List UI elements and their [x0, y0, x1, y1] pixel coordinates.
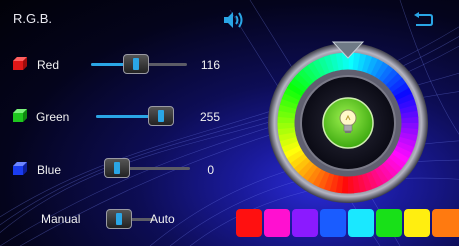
- hue-ring-segment[interactable]: [317, 171, 330, 190]
- hue-ring-segment[interactable]: [278, 103, 297, 114]
- hue-ring-segment[interactable]: [307, 61, 322, 80]
- hue-ring-segment[interactable]: [366, 56, 379, 75]
- hue-ring-segment[interactable]: [297, 160, 314, 178]
- hue-ring-segment[interactable]: [374, 166, 389, 185]
- hue-ring-segment[interactable]: [400, 110, 419, 120]
- swatch-green[interactable]: [376, 209, 402, 237]
- hue-ring-segment[interactable]: [361, 173, 373, 192]
- hue-ring-segment[interactable]: [281, 140, 300, 153]
- green-slider-thumb[interactable]: [148, 106, 174, 126]
- auto-label[interactable]: Auto: [150, 212, 175, 226]
- blue-slider-thumb[interactable]: [104, 158, 130, 178]
- blue-cube-icon: [13, 162, 27, 175]
- hue-ring-segment[interactable]: [352, 52, 362, 71]
- hue-ring-segment[interactable]: [391, 149, 410, 165]
- hue-ring-segment[interactable]: [279, 136, 298, 148]
- toggle-thumb[interactable]: [106, 209, 132, 229]
- hue-ring-segment[interactable]: [365, 171, 378, 190]
- hue-ring-segment[interactable]: [378, 163, 394, 182]
- hue-ring-segment[interactable]: [400, 127, 419, 137]
- hue-ring-segment[interactable]: [277, 126, 296, 136]
- hue-ring-segment[interactable]: [388, 77, 407, 93]
- hue-ring-segment[interactable]: [399, 104, 418, 115]
- swatch-cyan[interactable]: [348, 209, 374, 237]
- manual-auto-toggle[interactable]: [106, 208, 154, 230]
- hue-ring-segment[interactable]: [293, 72, 311, 89]
- hue-ring-segment[interactable]: [382, 68, 399, 86]
- color-wheel[interactable]: [263, 36, 433, 208]
- hue-ring-segment[interactable]: [399, 132, 418, 143]
- rgb-control-screen: R.G.B. Red 116 Green 255 Blue 0 Manual A…: [0, 0, 459, 246]
- swatch-red[interactable]: [236, 209, 262, 237]
- hue-ring-segment[interactable]: [394, 87, 413, 102]
- hue-ring-segment[interactable]: [398, 98, 417, 110]
- green-cube-icon: [13, 109, 27, 122]
- hue-ring-segment[interactable]: [328, 174, 339, 193]
- red-slider-thumb[interactable]: [123, 54, 149, 74]
- swatch-purple[interactable]: [292, 209, 318, 237]
- speaker-icon[interactable]: [222, 10, 246, 30]
- red-value: 116: [200, 58, 220, 72]
- hue-ring-segment[interactable]: [393, 145, 412, 160]
- hue-ring-segment[interactable]: [378, 65, 395, 83]
- hue-ring-segment[interactable]: [370, 59, 385, 78]
- green-slider[interactable]: [96, 105, 174, 127]
- hue-ring-segment[interactable]: [381, 160, 398, 178]
- hue-ring-segment[interactable]: [335, 52, 345, 71]
- hue-ring-segment[interactable]: [301, 163, 318, 181]
- hue-ring-segment[interactable]: [391, 82, 410, 97]
- hue-ring-segment[interactable]: [281, 92, 300, 105]
- hue-ring-segment[interactable]: [385, 73, 403, 90]
- hue-ring-segment[interactable]: [356, 174, 367, 193]
- hue-ring-segment[interactable]: [306, 166, 322, 185]
- hue-ring-segment[interactable]: [385, 157, 403, 174]
- hue-ring-segment[interactable]: [361, 54, 373, 74]
- hue-ring-segment[interactable]: [318, 56, 331, 75]
- hue-ring-segment[interactable]: [302, 64, 318, 83]
- hue-ring-segment[interactable]: [279, 98, 299, 110]
- page-title: R.G.B.: [13, 11, 53, 26]
- hue-ring-segment[interactable]: [374, 61, 390, 80]
- hue-ring-segment[interactable]: [284, 86, 303, 101]
- green-value: 255: [199, 110, 220, 124]
- hue-ring-segment[interactable]: [323, 54, 335, 73]
- hue-ring-segment[interactable]: [334, 175, 344, 194]
- blue-slider[interactable]: [104, 157, 190, 179]
- hue-ring-segment[interactable]: [323, 172, 335, 192]
- hue-ring-segment[interactable]: [298, 68, 315, 86]
- hue-ring-segment[interactable]: [351, 175, 361, 194]
- hue-ring-segment[interactable]: [396, 141, 415, 154]
- hue-ring-segment[interactable]: [293, 156, 311, 173]
- hue-ring-segment[interactable]: [396, 93, 415, 106]
- red-label: Red: [37, 58, 60, 72]
- red-cube-icon: [13, 57, 27, 70]
- blue-label: Blue: [37, 163, 62, 177]
- hue-ring-segment[interactable]: [283, 144, 302, 159]
- hue-ring-segment[interactable]: [388, 153, 406, 170]
- hue-ring-segment[interactable]: [311, 168, 326, 187]
- hue-ring-segment[interactable]: [357, 53, 368, 72]
- swatch-magenta[interactable]: [264, 209, 290, 237]
- hue-ring-segment[interactable]: [286, 81, 305, 97]
- swatch-blue[interactable]: [320, 209, 346, 237]
- swatch-orange[interactable]: [432, 209, 459, 237]
- hue-ring-segment[interactable]: [397, 136, 417, 148]
- hue-ring-segment[interactable]: [312, 58, 327, 77]
- blue-value: 0: [207, 163, 214, 177]
- hue-ring-segment[interactable]: [290, 76, 308, 93]
- red-slider[interactable]: [91, 53, 187, 75]
- hue-ring-segment[interactable]: [278, 131, 297, 142]
- return-arrow-icon[interactable]: [412, 12, 434, 28]
- hue-ring-segment[interactable]: [286, 149, 305, 164]
- manual-label[interactable]: Manual: [41, 212, 80, 226]
- hue-ring-segment[interactable]: [329, 53, 340, 72]
- hue-ring-segment[interactable]: [289, 153, 308, 169]
- hue-ring-segment[interactable]: [277, 109, 296, 119]
- hue-ring-segment[interactable]: [369, 169, 384, 188]
- green-label: Green: [36, 110, 70, 124]
- swatch-yellow[interactable]: [404, 209, 430, 237]
